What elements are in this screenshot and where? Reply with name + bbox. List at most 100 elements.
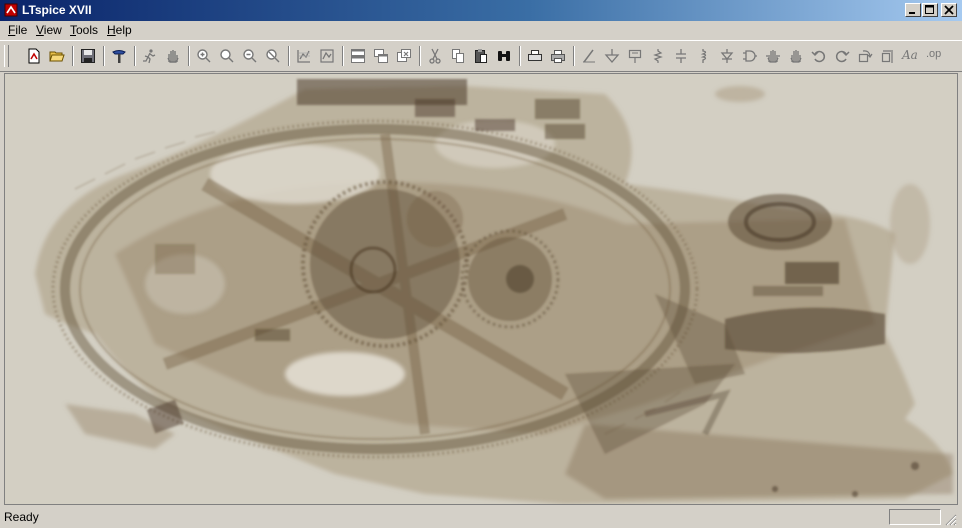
paste-clipboard-icon <box>475 49 487 63</box>
toolbar-separator <box>573 46 575 66</box>
new-schematic-icon <box>28 48 40 64</box>
label-net-button[interactable] <box>625 46 645 66</box>
zoom-fit-button[interactable] <box>263 46 283 66</box>
close-button[interactable] <box>941 3 957 17</box>
tile-horizontal-icon <box>351 49 365 63</box>
toolbar-separator <box>134 46 136 66</box>
text-tool-button[interactable]: Aa <box>901 46 921 66</box>
maximize-button[interactable] <box>922 3 938 17</box>
zoom-in-button[interactable] <box>194 46 214 66</box>
open-folder-icon <box>49 51 65 62</box>
menu-file[interactable]: File <box>8 23 27 38</box>
menu-view[interactable]: View <box>36 23 62 38</box>
toolbar-separator <box>288 46 290 66</box>
cut-button[interactable] <box>425 46 445 66</box>
rotate-icon <box>858 50 873 63</box>
spice-directive-label: .op <box>926 48 942 60</box>
mdi-workspace[interactable] <box>4 73 958 505</box>
move-hand-icon <box>766 50 780 63</box>
and-gate-icon <box>743 50 757 62</box>
close-windows-icon <box>397 49 411 62</box>
autorange-button[interactable] <box>294 46 314 66</box>
print-preview-icon <box>528 50 542 61</box>
ground-button[interactable] <box>602 46 622 66</box>
zoom-out-button[interactable] <box>240 46 260 66</box>
watermark-background-image <box>35 79 953 504</box>
app-icon[interactable] <box>4 3 18 17</box>
minimize-button[interactable] <box>905 3 921 17</box>
diode-button[interactable] <box>717 46 737 66</box>
toolbar-grip[interactable] <box>4 45 9 67</box>
resistor-button[interactable] <box>648 46 668 66</box>
pan-button[interactable] <box>217 46 237 66</box>
running-man-icon <box>143 49 156 64</box>
add-trace-icon <box>320 49 334 63</box>
text-tool-label: Aa <box>902 48 918 62</box>
status-text: Ready <box>4 510 39 524</box>
menu-tools[interactable]: Tools <box>70 23 98 38</box>
find-button[interactable] <box>494 46 514 66</box>
toolbar-separator <box>72 46 74 66</box>
minimize-icon <box>909 12 915 14</box>
drag-hand-icon <box>790 50 802 63</box>
maximize-icon <box>925 5 934 14</box>
scissors-icon <box>429 48 441 64</box>
drag-button[interactable] <box>786 46 806 66</box>
redo-icon <box>835 50 850 63</box>
print-preview-button[interactable] <box>525 46 545 66</box>
open-button[interactable] <box>47 46 67 66</box>
copy-icon <box>452 49 464 63</box>
label-net-icon <box>628 49 642 63</box>
toolbar: Aa .op <box>0 40 962 72</box>
save-button[interactable] <box>78 46 98 66</box>
inductor-icon <box>700 49 707 63</box>
pencil-wire-icon <box>583 49 595 63</box>
new-schematic-button[interactable] <box>24 46 44 66</box>
move-button[interactable] <box>763 46 783 66</box>
spice-directive-button[interactable]: .op <box>924 46 944 66</box>
draw-wire-button[interactable] <box>579 46 599 66</box>
diode-icon <box>720 49 734 63</box>
print-button[interactable] <box>548 46 568 66</box>
mirror-button[interactable] <box>878 46 898 66</box>
copy-button[interactable] <box>448 46 468 66</box>
halt-button[interactable] <box>163 46 183 66</box>
run-button[interactable] <box>139 46 159 66</box>
control-panel-button[interactable] <box>109 46 129 66</box>
add-trace-button[interactable] <box>317 46 337 66</box>
zoom-out-icon <box>243 49 257 63</box>
zoom-in-icon <box>197 49 211 63</box>
cascade-windows-icon <box>374 49 388 63</box>
paste-button[interactable] <box>471 46 491 66</box>
capacitor-icon <box>676 49 686 63</box>
binoculars-icon <box>498 51 510 61</box>
autorange-icon <box>297 50 310 63</box>
capacitor-button[interactable] <box>671 46 691 66</box>
toolbar-separator <box>103 46 105 66</box>
hammer-icon <box>112 50 126 63</box>
rotate-button[interactable] <box>855 46 875 66</box>
save-disk-icon <box>81 49 95 63</box>
menu-help[interactable]: Help <box>107 23 132 38</box>
resize-grip-icon[interactable] <box>945 514 957 526</box>
zoom-pan-icon <box>220 49 234 63</box>
ltspice-window: LTspice XVII File View Tools Help Aa .op… <box>0 0 962 528</box>
inductor-button[interactable] <box>694 46 714 66</box>
title-bar[interactable]: LTspice XVII <box>0 0 962 21</box>
zoom-fit-icon <box>266 49 280 63</box>
status-pane <box>889 509 941 525</box>
ground-icon <box>604 49 620 63</box>
printer-icon <box>551 50 565 63</box>
close-all-windows-button[interactable] <box>394 46 414 66</box>
toolbar-separator <box>188 46 190 66</box>
undo-icon <box>811 50 826 63</box>
component-button[interactable] <box>740 46 760 66</box>
resistor-icon <box>653 49 663 63</box>
window-title: LTspice XVII <box>22 3 92 17</box>
cascade-windows-button[interactable] <box>371 46 391 66</box>
redo-button[interactable] <box>832 46 852 66</box>
tile-horizontal-button[interactable] <box>348 46 368 66</box>
toolbar-separator <box>519 46 521 66</box>
undo-button[interactable] <box>809 46 829 66</box>
toolbar-separator <box>342 46 344 66</box>
